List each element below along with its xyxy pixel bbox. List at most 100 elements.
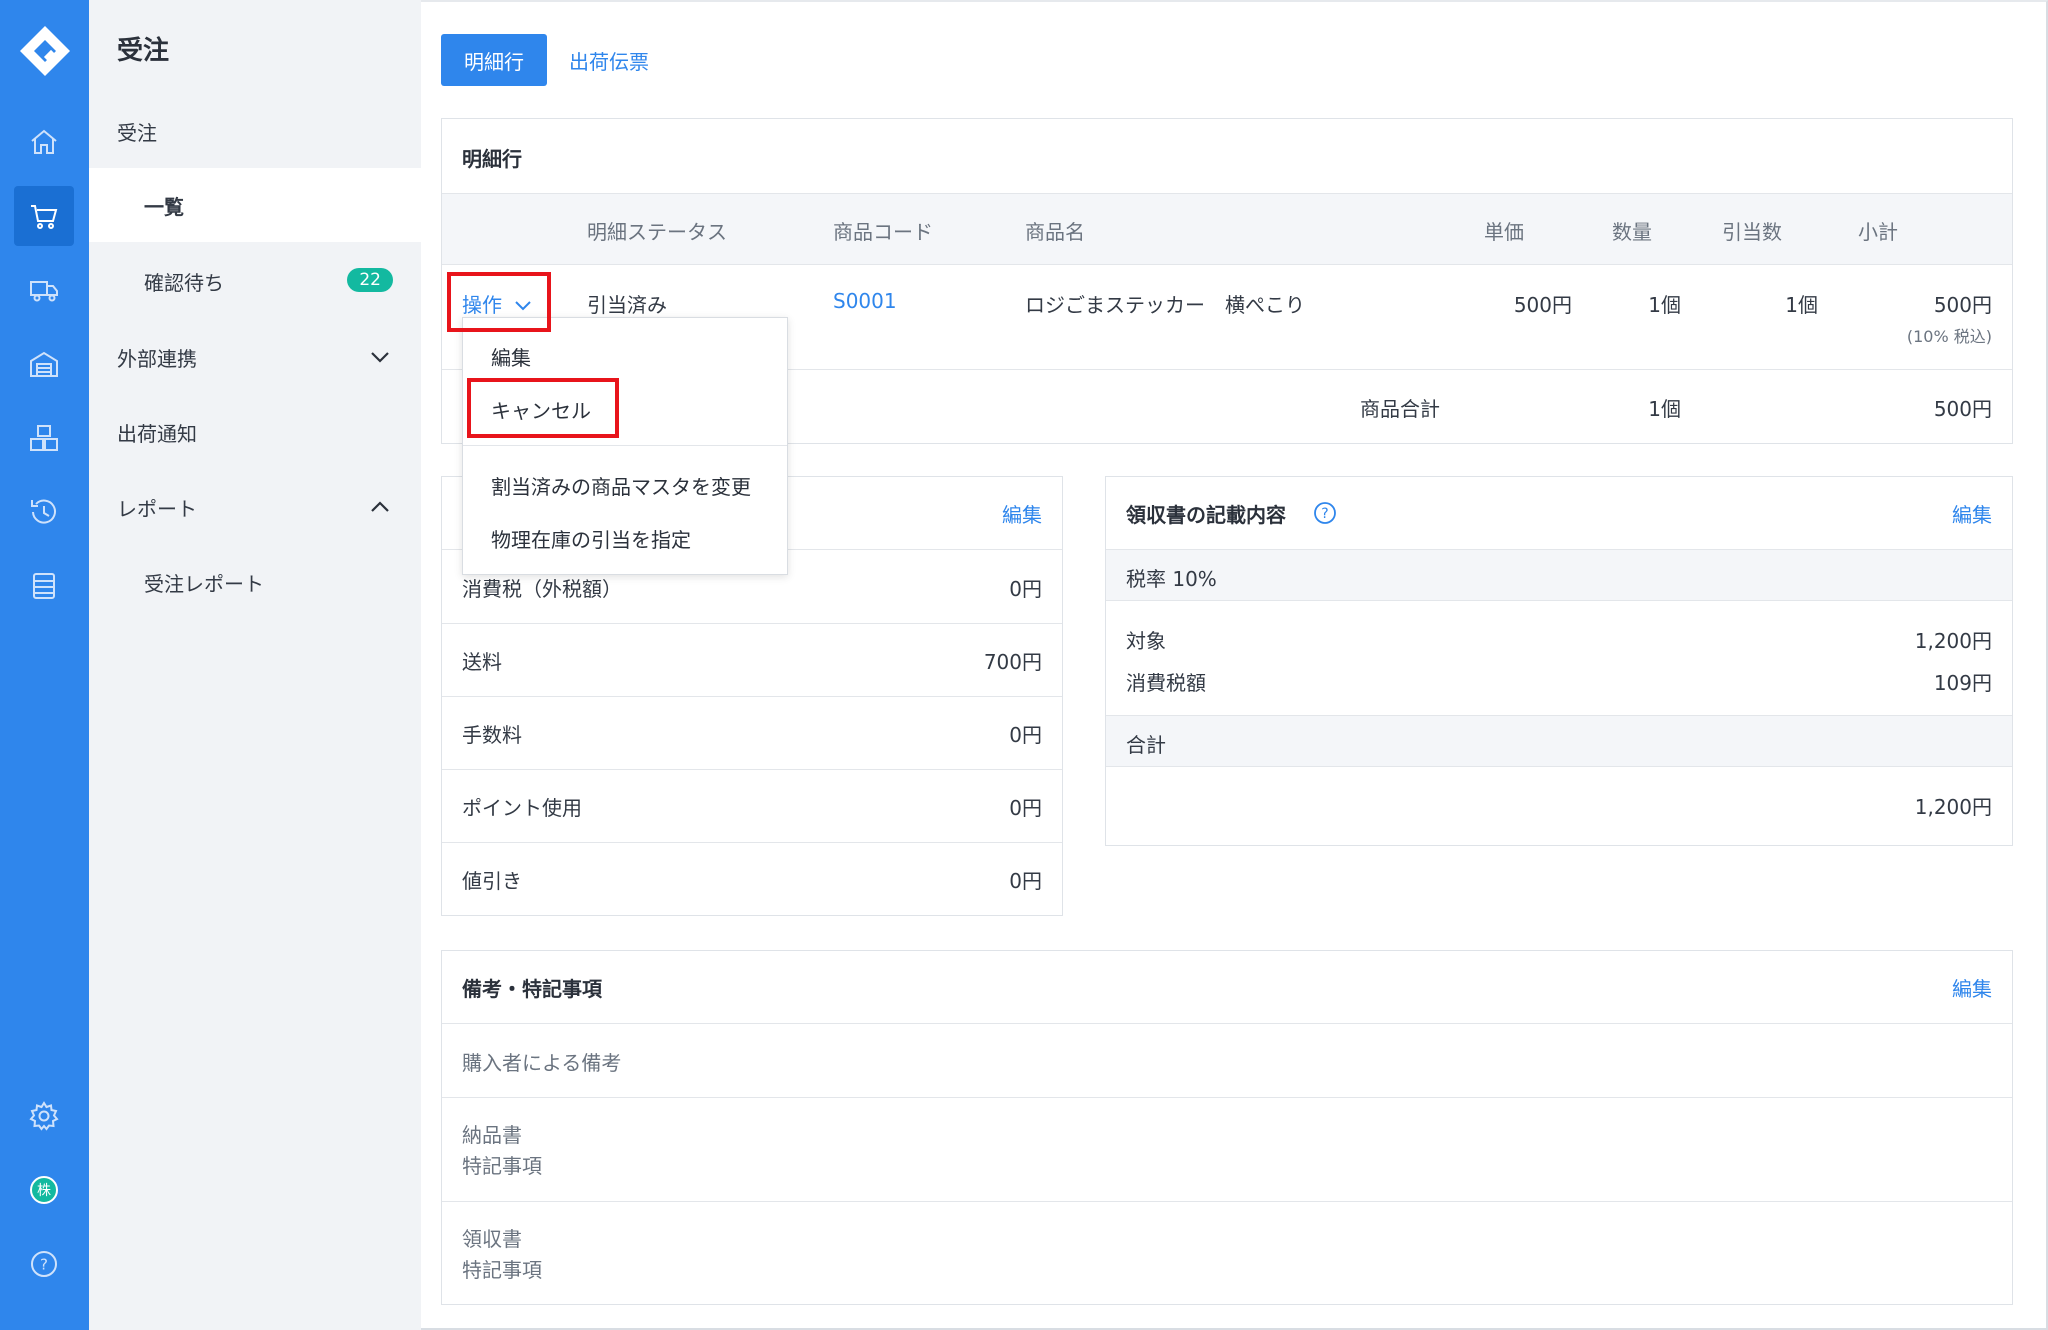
sidebar-item-label: 一覧 — [144, 194, 184, 219]
tax-note: (10% 税込) — [1906, 327, 1992, 346]
card-title: 明細行 — [462, 147, 522, 171]
buyer-note-label: 購入者による備考 — [462, 1051, 622, 1075]
allocated-qty: 1個 — [1785, 293, 1818, 317]
column-header: 商品コード — [833, 220, 933, 244]
sidebar-item-label: 受注レポート — [144, 571, 264, 596]
fee-value: 0円 — [1009, 869, 1042, 893]
gear-icon[interactable] — [14, 1086, 74, 1146]
sidebar-item-pending[interactable]: 確認待ち 22 — [89, 244, 421, 318]
cart-icon[interactable] — [14, 186, 74, 246]
delivery-note-label: 納品書 — [462, 1123, 522, 1147]
fee-label: ポイント使用 — [462, 796, 582, 820]
sidebar-item-label: レポート — [117, 496, 197, 521]
chevron-up-icon — [371, 501, 389, 512]
highlight-cancel-item — [467, 378, 619, 438]
sidebar-item-label: 確認待ち — [144, 270, 224, 295]
line-subtotal: 500円 — [1933, 293, 1992, 317]
delivery-note-label: 特記事項 — [462, 1154, 542, 1178]
column-header: 引当数 — [1722, 220, 1782, 244]
history-icon[interactable] — [14, 482, 74, 542]
menu-item-edit[interactable]: 編集 — [491, 342, 531, 371]
total-qty: 1個 — [1648, 397, 1681, 421]
sidebar-item-integrations[interactable]: 外部連携 — [89, 320, 421, 394]
column-header: 数量 — [1612, 220, 1652, 244]
receipt-note-label: 特記事項 — [462, 1258, 542, 1282]
app-rail: 株 ? — [0, 0, 89, 1330]
column-header: 単価 — [1484, 220, 1524, 244]
card-title: 領収書の記載内容 — [1126, 503, 1286, 527]
menu-divider — [463, 445, 787, 446]
fees-edit-link[interactable]: 編集 — [1002, 499, 1042, 528]
truck-icon[interactable] — [14, 260, 74, 320]
fee-label: 消費税（外税額） — [462, 577, 622, 601]
target-label: 対象 — [1126, 629, 1166, 653]
sidebar-item-label: 外部連携 — [117, 346, 197, 371]
total-amount: 500円 — [1933, 397, 1992, 421]
divider — [442, 1097, 2012, 1098]
table-header: 明細ステータス 商品コード 商品名 単価 数量 引当数 小計 — [442, 193, 2012, 265]
home-icon[interactable] — [14, 112, 74, 172]
divider — [442, 623, 1062, 624]
fee-value: 0円 — [1009, 796, 1042, 820]
sidebar-item-list[interactable]: 一覧 — [89, 168, 421, 242]
sidebar-item-order-report[interactable]: 受注レポート — [89, 545, 421, 619]
sub-sidebar: 受注 受注 一覧 確認待ち 22 外部連携 出荷通知 レポート 受注レポート — [89, 0, 421, 1330]
fee-label: 値引き — [462, 869, 522, 893]
divider — [442, 696, 1062, 697]
help-glyph: ? — [40, 1256, 48, 1274]
tax-rate-label: 税率 10% — [1126, 567, 1217, 591]
count-badge: 22 — [347, 268, 393, 292]
total-value: 1,200円 — [1914, 795, 1992, 819]
tax-rate-header: 税率 10% — [1106, 549, 2012, 601]
column-header: 小計 — [1858, 220, 1898, 244]
list-icon[interactable] — [14, 556, 74, 616]
sidebar-item-label: 出荷通知 — [117, 421, 197, 446]
product-code-link[interactable]: S0001 — [833, 289, 897, 313]
total-header: 合計 — [1106, 715, 2012, 767]
receipt-note-label: 領収書 — [462, 1227, 522, 1251]
sidebar-item-shipping-notice[interactable]: 出荷通知 — [89, 395, 421, 469]
fee-value: 700円 — [983, 650, 1042, 674]
sidebar-item-label: 受注 — [117, 120, 157, 145]
company-glyph: 株 — [37, 1183, 51, 1199]
sidebar-title: 受注 — [117, 36, 170, 66]
receipt-edit-link[interactable]: 編集 — [1952, 499, 1992, 528]
tab-line-items[interactable]: 明細行 — [441, 34, 547, 86]
quantity: 1個 — [1648, 293, 1681, 317]
fee-label: 手数料 — [462, 723, 522, 747]
fee-value: 0円 — [1009, 577, 1042, 601]
fee-value: 0円 — [1009, 723, 1042, 747]
tax-value: 109円 — [1933, 671, 1992, 695]
company-icon[interactable]: 株 — [14, 1160, 74, 1220]
divider — [442, 1201, 2012, 1202]
target-value: 1,200円 — [1914, 629, 1992, 653]
tab-shipping-slip[interactable]: 出荷伝票 — [569, 34, 649, 86]
divider — [442, 1023, 2012, 1024]
tax-label: 消費税額 — [1126, 671, 1206, 695]
menu-item-change-master[interactable]: 割当済みの商品マスタを変更 — [491, 471, 751, 500]
total-label: 合計 — [1126, 733, 1166, 757]
sidebar-item-orders[interactable]: 受注 — [89, 94, 421, 168]
logo-icon[interactable] — [16, 22, 74, 80]
menu-item-physical-allocation[interactable]: 物理在庫の引当を指定 — [491, 524, 691, 553]
total-label: 商品合計 — [1360, 397, 1440, 421]
sidebar-item-reports[interactable]: レポート — [89, 470, 421, 544]
receipt-card: 領収書の記載内容 ? 編集 税率 10% 対象 1,200円 消費税額 109円… — [1105, 476, 2013, 846]
help-glyph: ? — [1321, 506, 1328, 522]
chevron-down-icon — [371, 352, 389, 363]
warehouse-icon[interactable] — [14, 334, 74, 394]
unit-price: 500円 — [1513, 293, 1572, 317]
column-header: 商品名 — [1025, 220, 1085, 244]
card-title: 備考・特記事項 — [462, 977, 602, 1001]
help-circle-icon[interactable]: ? — [1313, 501, 1337, 525]
help-icon[interactable]: ? — [14, 1234, 74, 1294]
fee-label: 送料 — [462, 650, 502, 674]
notes-edit-link[interactable]: 編集 — [1952, 973, 1992, 1002]
main-content: 明細行 出荷伝票 明細行 明細ステータス 商品コード 商品名 単価 数量 引当数… — [421, 0, 2048, 1330]
product-name: ロジごまステッカー 横ぺこり — [1025, 293, 1305, 317]
divider — [442, 842, 1062, 843]
highlight-action-button — [447, 272, 551, 332]
divider — [442, 769, 1062, 770]
boxes-icon[interactable] — [14, 408, 74, 468]
column-header: 明細ステータス — [587, 220, 727, 244]
